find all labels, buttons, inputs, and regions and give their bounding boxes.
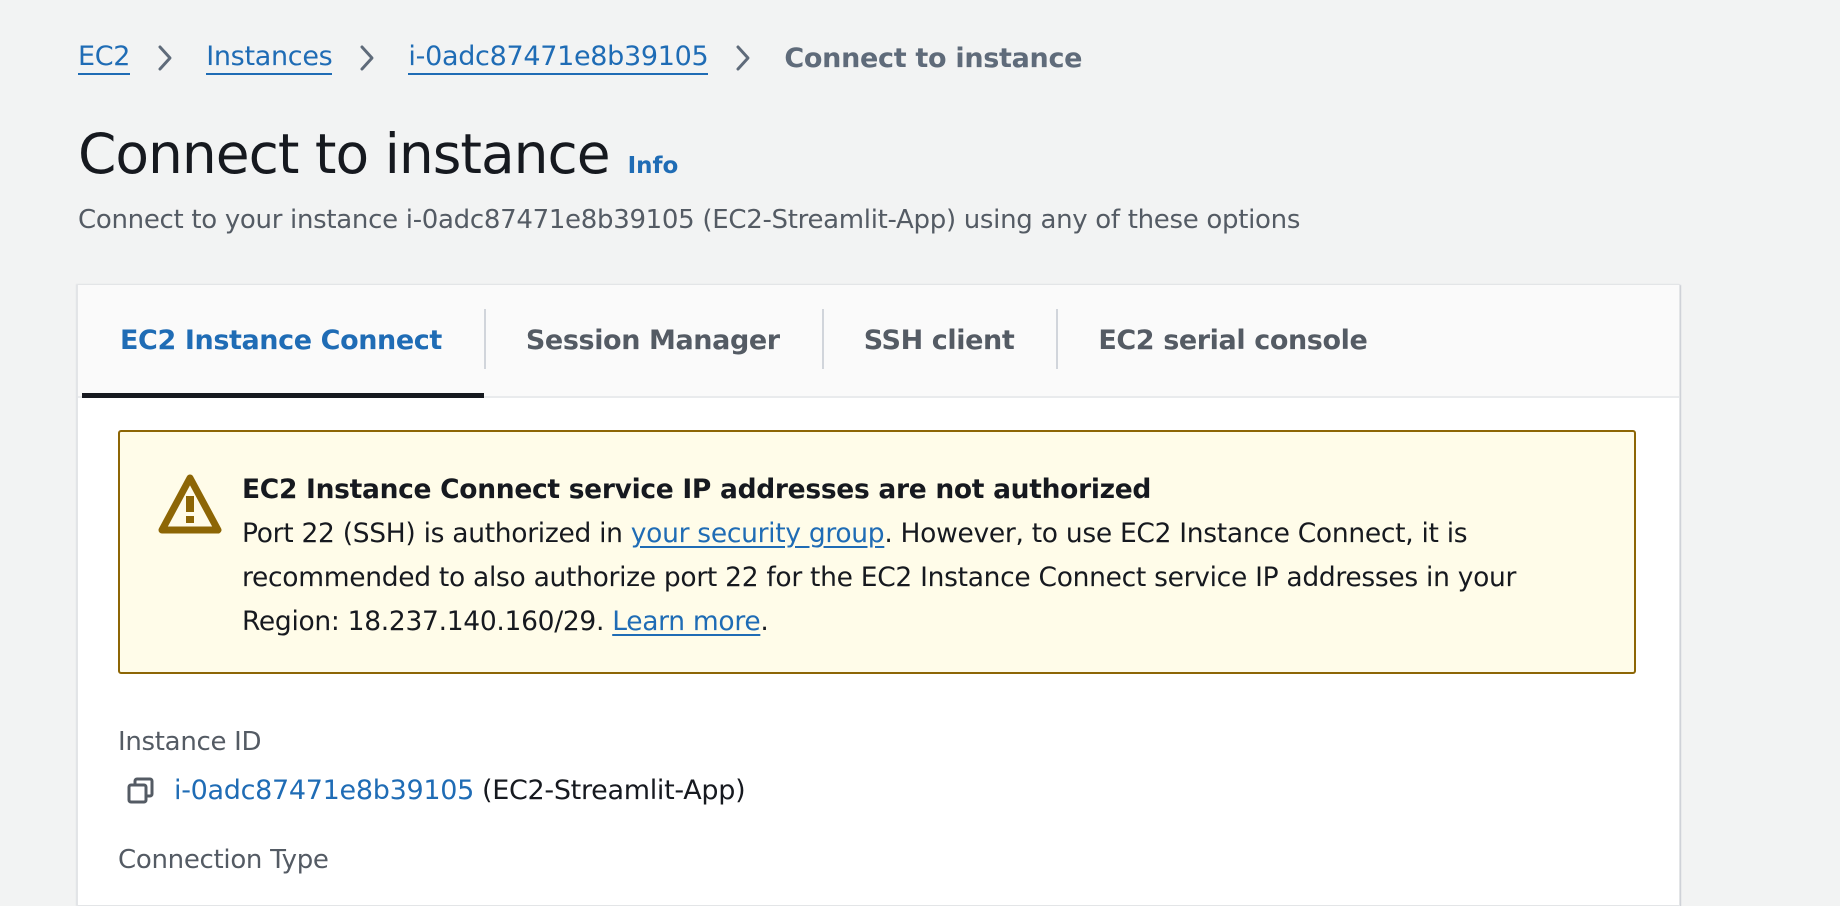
- page-subtitle: Connect to your instance i-0adc87471e8b3…: [78, 205, 1301, 235]
- warning-alert: EC2 Instance Connect service IP addresse…: [118, 430, 1636, 674]
- connection-tabs: EC2 Instance Connect Session Manager SSH…: [78, 285, 1679, 398]
- copy-icon[interactable]: [126, 776, 156, 806]
- learn-more-link[interactable]: Learn more: [612, 606, 760, 637]
- alert-heading: EC2 Instance Connect service IP addresse…: [242, 474, 1152, 505]
- alert-body: Port 22 (SSH) is authorized in your secu…: [242, 512, 1574, 644]
- breadcrumb-instances[interactable]: Instances: [206, 41, 333, 75]
- alert-content: EC2 Instance Connect service IP addresse…: [242, 468, 1574, 644]
- instance-id-link[interactable]: i-0adc87471e8b39105: [174, 775, 474, 806]
- tab-ec2-instance-connect[interactable]: EC2 Instance Connect: [78, 285, 484, 398]
- connect-panel: EC2 Instance Connect Session Manager SSH…: [77, 284, 1680, 906]
- page-title: Connect to instance: [78, 122, 611, 186]
- breadcrumb-instance-id[interactable]: i-0adc87471e8b39105: [408, 41, 709, 75]
- instance-id-value: i-0adc87471e8b39105 (EC2-Streamlit-App): [126, 775, 746, 806]
- connection-type-label: Connection Type: [118, 845, 329, 875]
- instance-id-label: Instance ID: [118, 727, 262, 757]
- breadcrumb-ec2[interactable]: EC2: [78, 41, 131, 75]
- alert-text-1: Port 22 (SSH) is authorized in: [242, 518, 631, 549]
- warning-icon: [158, 472, 222, 536]
- info-link[interactable]: Info: [628, 153, 679, 179]
- page-header: Connect to instance Info: [78, 122, 678, 186]
- tab-session-manager[interactable]: Session Manager: [483, 285, 822, 396]
- chevron-right-icon: [150, 38, 180, 78]
- chevron-right-icon: [728, 38, 758, 78]
- breadcrumb: EC2 Instances i-0adc87471e8b39105 Connec…: [78, 38, 1083, 78]
- tab-ec2-serial-console[interactable]: EC2 serial console: [1056, 285, 1409, 396]
- alert-text-3: .: [760, 606, 769, 637]
- instance-name: (EC2-Streamlit-App): [481, 775, 746, 806]
- security-group-link[interactable]: your security group: [631, 518, 885, 549]
- breadcrumb-current: Connect to instance: [784, 42, 1083, 74]
- chevron-right-icon: [352, 38, 382, 78]
- tab-ssh-client[interactable]: SSH client: [821, 285, 1057, 396]
